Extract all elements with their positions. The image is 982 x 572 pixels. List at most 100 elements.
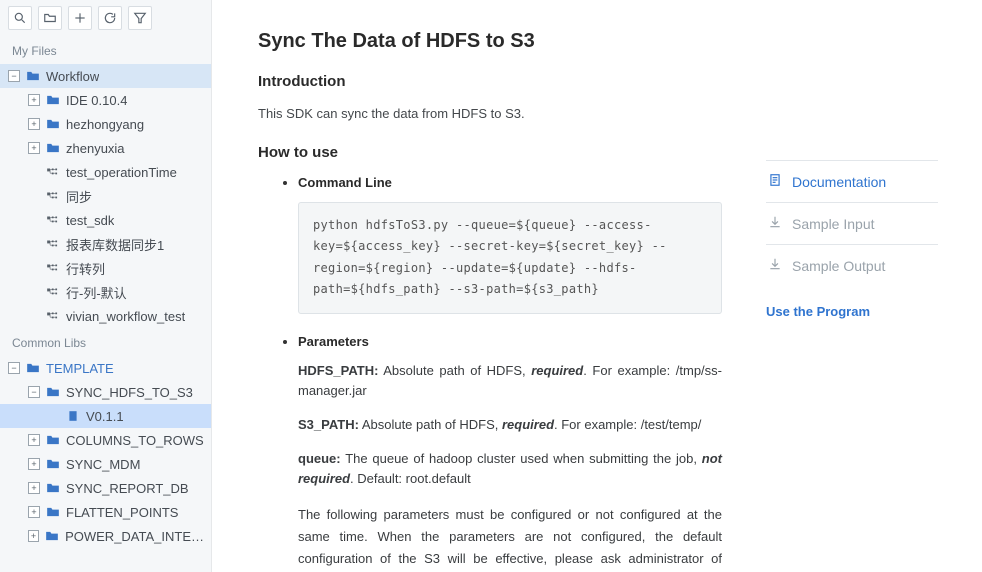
rightnav-label: Documentation <box>792 174 886 190</box>
tree-item[interactable]: vivian_workflow_test <box>0 304 211 328</box>
tree-item[interactable]: + COLUMNS_TO_ROWS <box>0 428 211 452</box>
workflow-node-icon <box>46 287 60 297</box>
rightnav-item[interactable]: Documentation <box>766 160 938 202</box>
tree-item[interactable]: + hezhongyang <box>0 112 211 136</box>
workflow-node-icon <box>46 311 60 321</box>
rightnav-label: Sample Output <box>792 258 885 274</box>
tree-label: IDE 0.10.4 <box>66 93 127 108</box>
doc-panel: Sync The Data of HDFS to S3 Introduction… <box>212 0 752 572</box>
download-icon <box>768 257 782 274</box>
folder-icon <box>46 94 60 106</box>
refresh-icon[interactable] <box>98 6 122 30</box>
code-block: python hdfsToS3.py --queue=${queue} --ac… <box>298 202 722 314</box>
tree-label: SYNC_MDM <box>66 457 140 472</box>
tree-root-workflow[interactable]: − Workflow <box>0 64 211 88</box>
section-common-libs: Common Libs <box>0 328 211 356</box>
tree-item[interactable]: + zhenyuxia <box>0 136 211 160</box>
tree-item[interactable]: test_sdk <box>0 208 211 232</box>
tree-label: FLATTEN_POINTS <box>66 505 178 520</box>
folder-icon[interactable] <box>38 6 62 30</box>
filter-icon[interactable] <box>128 6 152 30</box>
tree-item[interactable]: 报表库数据同步1 <box>0 232 211 256</box>
tree-label: SYNC_HDFS_TO_S3 <box>66 385 193 400</box>
folder-icon <box>46 386 60 398</box>
tree-item[interactable]: 同步 <box>0 184 211 208</box>
workflow-node-icon <box>46 239 60 249</box>
collapse-icon[interactable]: − <box>8 70 20 82</box>
expand-icon[interactable]: + <box>28 94 40 106</box>
tree-label: 同步 <box>66 187 92 206</box>
tree-label: TEMPLATE <box>46 361 114 376</box>
folder-icon <box>46 142 60 154</box>
tree-label: 行转列 <box>66 259 105 278</box>
tree-item[interactable]: + SYNC_MDM <box>0 452 211 476</box>
file-icon <box>66 410 80 422</box>
tree-item[interactable]: + IDE 0.10.4 <box>0 88 211 112</box>
tree-label: V0.1.1 <box>86 409 124 424</box>
folder-icon <box>26 362 40 374</box>
expand-icon[interactable]: + <box>28 506 40 518</box>
params-heading: Parameters <box>298 334 722 349</box>
tree-item[interactable]: + FLATTEN_POINTS <box>0 500 211 524</box>
tree-label: hezhongyang <box>66 117 144 132</box>
tree-label: POWER_DATA_INTERPO <box>65 529 205 544</box>
folder-icon <box>46 434 60 446</box>
workflow-node-icon <box>46 263 60 273</box>
tree-item[interactable]: test_operationTime <box>0 160 211 184</box>
tree-item[interactable]: + POWER_DATA_INTERPO <box>0 524 211 548</box>
tree-label: COLUMNS_TO_ROWS <box>66 433 204 448</box>
folder-icon <box>46 482 60 494</box>
cmdline-heading: Command Line <box>298 175 722 190</box>
workflow-node-icon <box>46 167 60 177</box>
collapse-icon[interactable]: − <box>28 386 40 398</box>
expand-icon[interactable]: + <box>28 530 39 542</box>
page-title: Sync The Data of HDFS to S3 <box>258 30 722 53</box>
use-program-link[interactable]: Use the Program <box>766 304 938 319</box>
workflow-node-icon <box>46 215 60 225</box>
right-nav: Documentation Sample Input Sample Output U… <box>752 0 962 572</box>
plus-icon[interactable] <box>68 6 92 30</box>
param-item: S3_PATH: Absolute path of HDFS, required… <box>298 415 722 435</box>
tree-item[interactable]: + SYNC_REPORT_DB <box>0 476 211 500</box>
tree-item[interactable]: 行-列-默认 <box>0 280 211 304</box>
tree-item[interactable]: 行转列 <box>0 256 211 280</box>
tree-label: test_sdk <box>66 213 114 228</box>
sidebar-toolbar <box>0 0 211 36</box>
sidebar: My Files − Workflow + IDE 0.10.4 + hezhongy… <box>0 0 212 572</box>
param-item: queue: The queue of hadoop cluster used … <box>298 449 722 489</box>
folder-icon <box>26 70 40 82</box>
tree-label: zhenyuxia <box>66 141 125 156</box>
tree-item[interactable]: − SYNC_HDFS_TO_S3 <box>0 380 211 404</box>
expand-icon[interactable]: + <box>28 482 40 494</box>
param-item: HDFS_PATH: Absolute path of HDFS, requir… <box>298 361 722 401</box>
search-icon[interactable] <box>8 6 32 30</box>
intro-heading: Introduction <box>258 73 722 90</box>
tree-label: test_operationTime <box>66 165 177 180</box>
tree-label: Workflow <box>46 69 99 84</box>
rightnav-label: Sample Input <box>792 216 875 232</box>
folder-icon <box>46 506 60 518</box>
tree-label: vivian_workflow_test <box>66 309 185 324</box>
expand-icon[interactable]: + <box>28 118 40 130</box>
expand-icon[interactable]: + <box>28 458 40 470</box>
rightnav-item[interactable]: Sample Output <box>766 244 938 286</box>
document-icon <box>768 173 782 190</box>
folder-icon <box>46 458 60 470</box>
intro-text: This SDK can sync the data from HDFS to … <box>258 104 722 124</box>
tree-item[interactable]: V0.1.1 <box>0 404 211 428</box>
expand-icon[interactable]: + <box>28 434 40 446</box>
tree-label: 报表库数据同步1 <box>66 235 164 254</box>
tree-root-template[interactable]: − TEMPLATE <box>0 356 211 380</box>
section-my-files: My Files <box>0 36 211 64</box>
folder-icon <box>45 530 59 542</box>
folder-icon <box>46 118 60 130</box>
download-icon <box>768 215 782 232</box>
expand-icon[interactable]: + <box>28 142 40 154</box>
howto-heading: How to use <box>258 144 722 161</box>
tree-label: 行-列-默认 <box>66 283 127 302</box>
rightnav-item[interactable]: Sample Input <box>766 202 938 244</box>
params-note: The following parameters must be configu… <box>298 504 722 572</box>
workflow-node-icon <box>46 191 60 201</box>
collapse-icon[interactable]: − <box>8 362 20 374</box>
tree-label: SYNC_REPORT_DB <box>66 481 189 496</box>
